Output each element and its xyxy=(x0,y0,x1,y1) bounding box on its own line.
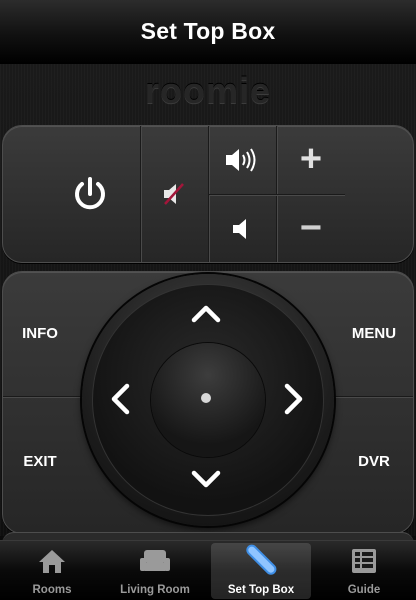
mute-button[interactable] xyxy=(140,126,207,262)
tab-rooms[interactable]: Rooms xyxy=(2,543,102,599)
chevron-right-icon xyxy=(284,383,303,415)
chevron-up-icon xyxy=(191,305,221,323)
plus-icon: + xyxy=(299,138,323,180)
speaker-low-icon xyxy=(233,218,246,239)
house-icon xyxy=(39,550,65,573)
page-title: Set Top Box xyxy=(140,18,276,44)
sofa-icon xyxy=(140,550,170,571)
minus-icon: − xyxy=(299,207,323,249)
tab-label: Guide xyxy=(347,584,381,596)
remote-icon xyxy=(246,544,277,575)
dpad-up-button[interactable] xyxy=(181,292,231,334)
channel-down-button[interactable]: − xyxy=(276,195,346,262)
tab-bar: Rooms Living Room Set Top Box Guide xyxy=(0,540,416,600)
dpad-down-button[interactable] xyxy=(181,458,231,500)
grid-icon xyxy=(352,549,376,573)
chevron-down-icon xyxy=(191,470,221,488)
volume-down-button[interactable] xyxy=(208,195,274,262)
mute-icon xyxy=(163,183,184,205)
dpad-center-dot xyxy=(201,393,211,403)
exit-button[interactable]: EXIT xyxy=(4,418,76,504)
power-button[interactable] xyxy=(40,126,139,262)
dpad-right-button[interactable] xyxy=(272,375,316,423)
chevron-left-icon xyxy=(111,383,130,415)
tab-label: Living Room xyxy=(120,584,190,596)
channel-up-button[interactable]: + xyxy=(276,126,346,193)
tab-label: Rooms xyxy=(32,584,72,596)
title-bar: Set Top Box xyxy=(0,0,416,64)
tab-living-room[interactable]: Living Room xyxy=(105,543,205,599)
brand-logo: roomie xyxy=(144,70,272,111)
tab-set-top-box[interactable]: Set Top Box xyxy=(211,543,311,599)
power-icon xyxy=(74,177,105,210)
volume-up-button[interactable] xyxy=(208,126,274,193)
menu-button[interactable]: MENU xyxy=(338,290,410,376)
info-button[interactable]: INFO xyxy=(4,290,76,376)
tab-guide[interactable]: Guide xyxy=(314,543,414,599)
dvr-button[interactable]: DVR xyxy=(338,418,410,504)
dpad-left-button[interactable] xyxy=(98,375,142,423)
tab-label: Set Top Box xyxy=(227,584,295,596)
speaker-loud-icon xyxy=(226,147,256,172)
